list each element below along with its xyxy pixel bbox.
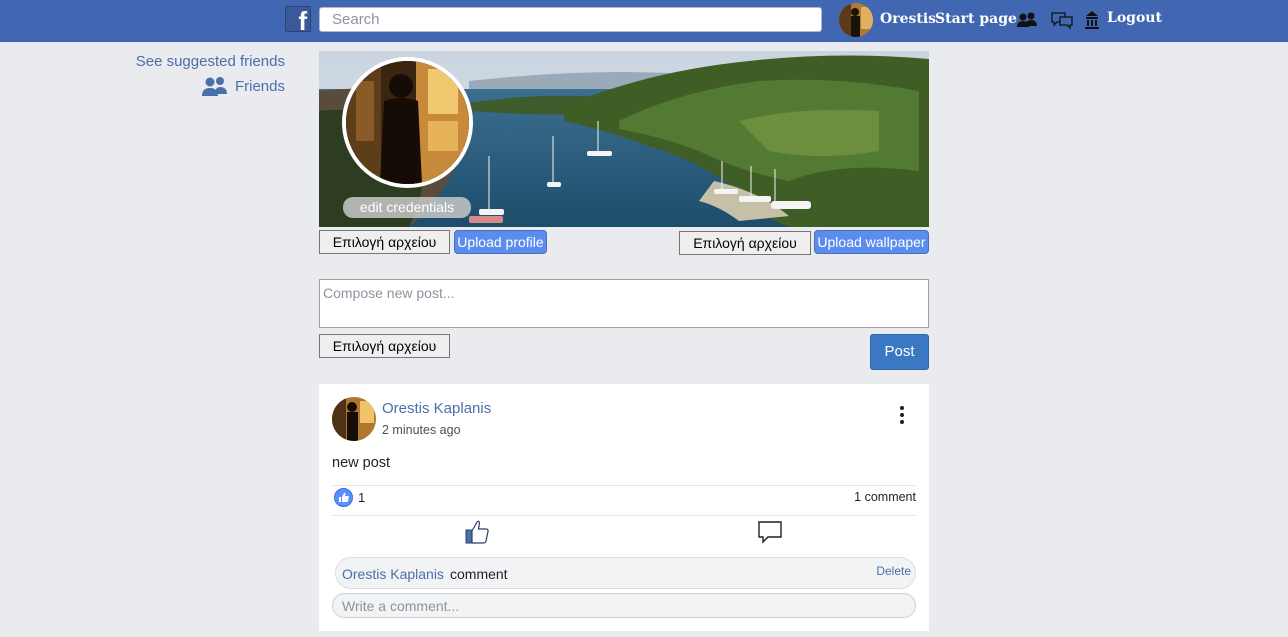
write-comment-input[interactable] [332,593,916,618]
delete-comment-link[interactable]: Delete [876,564,911,578]
post-card: Orestis Kaplanis 2 minutes ago new post … [319,384,929,631]
friends-label: Friends [234,77,285,95]
post-timestamp: 2 minutes ago [382,423,461,437]
profile-choose-file-button[interactable]: Επιλογή αρχείου [319,230,450,254]
friends-link[interactable]: Friends [201,75,285,97]
friends-icon [201,77,227,96]
post-choose-file-button[interactable]: Επιλογή αρχείου [319,334,450,358]
divider [332,515,916,516]
comment-button-icon[interactable] [757,519,783,545]
comment-item: Orestis Kaplanis comment Delete [335,557,916,589]
suggested-friends-link[interactable]: See suggested friends [136,53,285,70]
like-button-icon[interactable] [464,519,490,545]
post-options-icon[interactable] [895,404,909,426]
comment-text: comment [450,566,508,582]
comment-count[interactable]: 1 comment [854,490,916,504]
messages-icon[interactable] [1050,10,1074,30]
post-text: new post [332,455,391,471]
nav-start-page-link[interactable]: Start page [935,11,1017,27]
post-author-name[interactable]: Orestis Kaplanis [382,400,491,417]
like-badge-icon [334,488,353,507]
wallpaper-choose-file-button[interactable]: Επιλογή αρχείου [679,231,811,255]
like-count[interactable]: 1 [358,490,365,505]
nav-avatar[interactable] [839,3,873,37]
friend-requests-icon[interactable] [1016,10,1040,30]
top-navigation-bar: f Orestis Start page Logout [0,0,1288,42]
nav-user-name[interactable]: Orestis [880,11,936,27]
post-author-avatar[interactable] [332,397,376,441]
upload-wallpaper-button[interactable]: Upload wallpaper [814,230,929,254]
compose-post-input[interactable] [319,279,929,328]
search-input[interactable] [319,7,822,32]
logout-icon[interactable] [1080,10,1104,30]
logout-link[interactable]: Logout [1107,10,1162,26]
post-button[interactable]: Post [870,334,929,370]
profile-picture[interactable] [342,57,473,188]
upload-profile-button[interactable]: Upload profile [454,230,547,254]
comment-author[interactable]: Orestis Kaplanis [342,566,444,582]
divider [332,485,916,486]
edit-credentials-button[interactable]: edit credentials [343,197,471,218]
facebook-logo-icon[interactable]: f [285,6,311,34]
